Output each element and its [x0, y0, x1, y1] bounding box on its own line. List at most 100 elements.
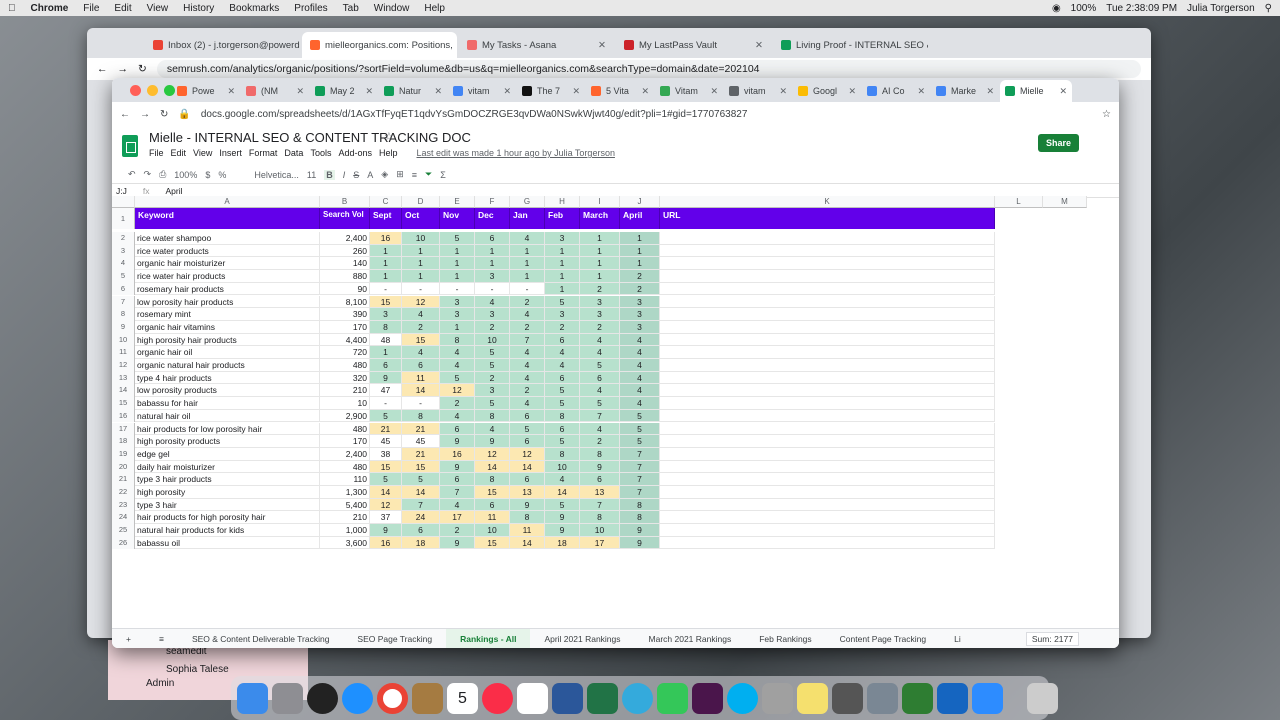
spreadsheet-grid[interactable]: A B C D E F G H I J K L M 1 Keyword Search Vol Sept Oct No…	[0, 196, 1087, 626]
column-header[interactable]: J	[620, 196, 660, 208]
row-number[interactable]: 15	[112, 397, 135, 410]
rank-cell[interactable]: 1	[580, 270, 620, 283]
keyword-cell[interactable]: organic natural hair products	[135, 359, 320, 372]
rank-cell[interactable]: 14	[475, 460, 510, 474]
url-cell[interactable]	[660, 333, 995, 347]
front-tab[interactable]: (NM ✕	[241, 80, 309, 102]
rank-cell[interactable]: 9	[510, 498, 545, 512]
url-cell[interactable]	[660, 511, 995, 525]
stickies-icon[interactable]	[797, 682, 828, 714]
rank-cell[interactable]: 7	[580, 498, 620, 512]
keyword-cell[interactable]: organic hair oil	[135, 346, 320, 359]
keyword-cell[interactable]: rosemary mint	[135, 308, 320, 321]
row-number[interactable]: 24	[112, 511, 135, 525]
search-vol-cell[interactable]: 5,400	[320, 498, 370, 512]
back-tab-asana[interactable]: My Tasks - Asana ✕	[459, 32, 614, 58]
reload-icon[interactable]: ↻	[138, 63, 147, 75]
close-icon[interactable]: ✕	[296, 86, 304, 97]
row-number[interactable]: 16	[112, 409, 135, 423]
rank-cell[interactable]: 6	[370, 359, 402, 372]
rank-cell[interactable]: 24	[402, 511, 440, 525]
url-cell[interactable]	[660, 473, 995, 486]
menubar-file[interactable]: File	[83, 3, 99, 14]
rank-cell[interactable]: 9	[440, 435, 475, 448]
keyword-cell[interactable]: natural hair products for kids	[135, 524, 320, 537]
row-number[interactable]: 3	[112, 244, 135, 258]
rank-cell[interactable]: 1	[620, 244, 660, 258]
close-icon[interactable]: ✕	[227, 86, 235, 97]
rank-cell[interactable]: 4	[620, 333, 660, 347]
rank-cell[interactable]: 15	[370, 295, 402, 309]
front-tab[interactable]: May 2 ✕	[310, 80, 378, 102]
rank-cell[interactable]: 9	[475, 435, 510, 448]
url-cell[interactable]	[660, 346, 995, 359]
rank-cell[interactable]: 4	[510, 397, 545, 410]
menubar-edit[interactable]: Edit	[114, 3, 131, 14]
url-cell[interactable]	[660, 295, 995, 309]
column-header[interactable]: L	[995, 196, 1043, 208]
rank-cell[interactable]: 9	[545, 511, 580, 525]
rank-cell[interactable]: 3	[475, 308, 510, 321]
rank-cell[interactable]: 17	[580, 536, 620, 550]
rank-cell[interactable]: 6	[440, 473, 475, 486]
back-url-input[interactable]: semrush.com/analytics/organic/positions/…	[156, 60, 1141, 78]
rank-cell[interactable]: 8	[370, 320, 402, 334]
rank-cell[interactable]: 15	[402, 460, 440, 474]
rank-cell[interactable]: 4	[510, 359, 545, 372]
rank-cell[interactable]: 11	[510, 524, 545, 537]
rank-cell[interactable]: 15	[370, 460, 402, 474]
close-icon[interactable]: ✕	[1059, 86, 1067, 97]
forward-arrow-icon[interactable]: →	[140, 109, 150, 120]
rank-cell[interactable]: 6	[545, 371, 580, 385]
search-vol-cell[interactable]: 4,400	[320, 333, 370, 347]
all-sheets-icon[interactable]: ≡	[145, 629, 178, 649]
rank-cell[interactable]: 13	[510, 486, 545, 499]
rank-cell[interactable]: 10	[545, 460, 580, 474]
rank-cell[interactable]: 3	[620, 295, 660, 309]
column-header[interactable]: G	[510, 196, 545, 208]
doc-title[interactable]: Mielle - INTERNAL SEO & CONTENT TRACKING…	[149, 130, 471, 145]
strikethrough-icon[interactable]: S	[353, 170, 359, 180]
rank-cell[interactable]: 4	[510, 232, 545, 245]
rank-cell[interactable]: 5	[475, 397, 510, 410]
rank-cell[interactable]: 5	[545, 397, 580, 410]
rocket-icon[interactable]	[867, 682, 898, 714]
rank-cell[interactable]: 6	[580, 473, 620, 486]
close-icon[interactable]: ✕	[641, 86, 649, 97]
url-cell[interactable]	[660, 397, 995, 410]
rank-cell[interactable]: 4	[510, 371, 545, 385]
rank-cell[interactable]: 9	[440, 536, 475, 550]
rank-cell[interactable]: 4	[580, 346, 620, 359]
rank-cell[interactable]: 2	[620, 270, 660, 283]
rank-cell[interactable]: 4	[620, 346, 660, 359]
keyword-cell[interactable]: babassu for hair	[135, 397, 320, 410]
photos-icon[interactable]	[517, 682, 548, 714]
rank-cell[interactable]: 7	[440, 486, 475, 499]
column-header[interactable]: D	[402, 196, 440, 208]
front-tab[interactable]: The 7 ✕	[517, 80, 585, 102]
url-cell[interactable]	[660, 257, 995, 271]
rank-cell[interactable]: 5	[402, 473, 440, 486]
sheet-tab[interactable]: SEO & Content Deliverable Tracking	[178, 629, 343, 649]
search-vol-cell[interactable]: 2,400	[320, 447, 370, 461]
rank-cell[interactable]: 2	[580, 435, 620, 448]
search-vol-cell[interactable]: 170	[320, 435, 370, 448]
rank-cell[interactable]: 12	[440, 384, 475, 398]
row-number[interactable]: 2	[112, 232, 135, 245]
add-sheet-icon[interactable]: +	[112, 629, 145, 649]
rank-cell[interactable]: 9	[580, 460, 620, 474]
malwarebytes-icon[interactable]	[937, 682, 968, 714]
sheet-tab[interactable]: Content Page Tracking	[826, 629, 940, 649]
rank-cell[interactable]: 3	[440, 308, 475, 321]
forward-arrow-icon[interactable]: →	[118, 63, 129, 75]
rank-cell[interactable]: -	[402, 282, 440, 296]
menu-insert[interactable]: Insert	[219, 148, 242, 158]
rank-cell[interactable]: 1	[545, 257, 580, 271]
search-vol-cell[interactable]: 480	[320, 359, 370, 372]
rank-cell[interactable]: 3	[620, 320, 660, 334]
reload-icon[interactable]: ↻	[160, 109, 168, 120]
search-vol-cell[interactable]: 1,000	[320, 524, 370, 537]
gpg-icon[interactable]	[902, 682, 933, 714]
rank-cell[interactable]: 2	[580, 320, 620, 334]
row-number[interactable]: 5	[112, 270, 135, 283]
